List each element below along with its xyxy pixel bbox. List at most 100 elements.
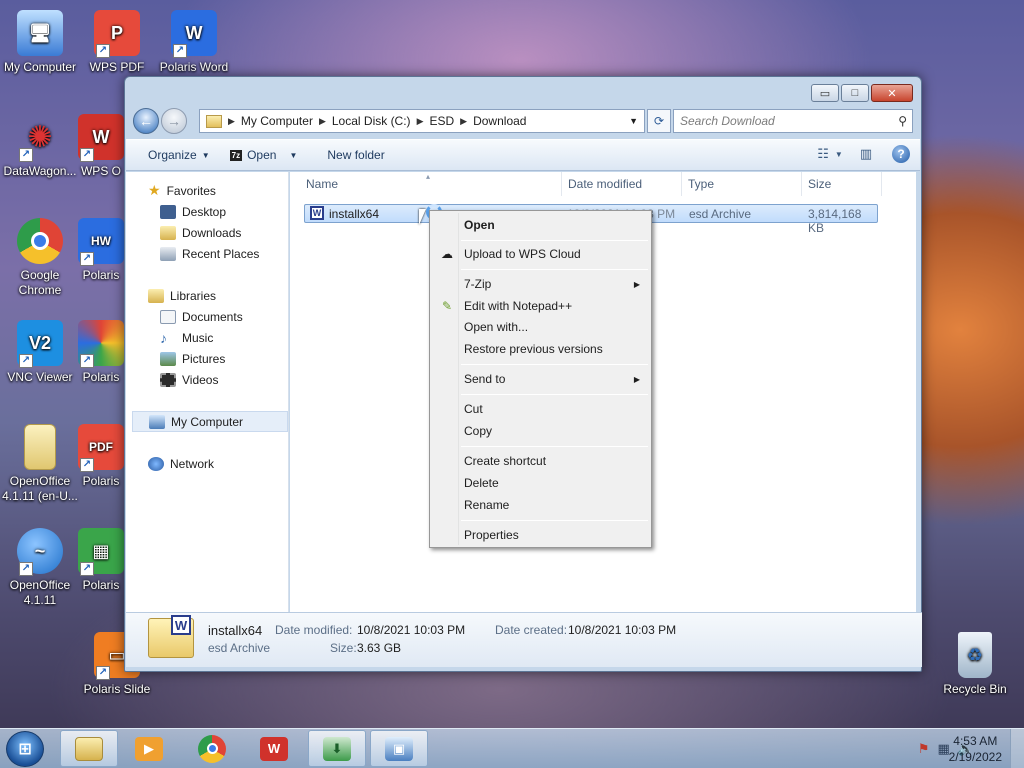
menu-item-7zip[interactable]: 7-Zip ▶ xyxy=(433,273,648,295)
taskbar-media-player[interactable]: ▶ xyxy=(120,730,178,767)
desktop-icon-label: My Computer xyxy=(3,60,77,74)
breadcrumb-esd[interactable]: ESD xyxy=(429,114,454,128)
desktop-icon-label: Polaris xyxy=(82,578,120,592)
menu-label: Restore previous versions xyxy=(464,342,603,356)
taskbar-chrome[interactable] xyxy=(183,730,241,767)
desktop-icon-polaris-sheet[interactable]: ▦ ↗ Polaris xyxy=(78,528,124,593)
desktop-icon-label: Recycle Bin xyxy=(943,682,1007,696)
column-header-name[interactable]: Name ▴ xyxy=(290,172,562,196)
minimize-button[interactable]: ▭ xyxy=(811,84,839,102)
windows-logo-icon: ⊞ xyxy=(18,741,32,758)
sort-up-icon: ▴ xyxy=(426,172,431,181)
clock-date: 2/19/2022 xyxy=(948,750,1002,764)
menu-item-rename[interactable]: Rename xyxy=(433,494,648,516)
menu-item-edit-notepad[interactable]: ✎ Edit with Notepad++ xyxy=(433,295,648,317)
menu-item-open[interactable]: Open xyxy=(433,214,648,236)
nav-network[interactable]: Network xyxy=(148,453,310,474)
menu-item-open-with[interactable]: Open with... xyxy=(433,316,648,338)
desktop-icon-label: DataWagon... xyxy=(3,164,77,178)
media-player-icon: ▶ xyxy=(135,736,163,761)
desktop-icon-label: OpenOffice 4.1.11 (en-U... xyxy=(2,474,78,503)
desktop-icon-openoffice-folder[interactable]: OpenOffice 4.1.11 (en-U... xyxy=(0,424,80,504)
desktop-icon-my-computer[interactable]: 🖥 My Computer xyxy=(0,10,80,75)
preview-pane-icon[interactable]: ▥ xyxy=(856,144,876,164)
shortcut-arrow-icon: ↗ xyxy=(80,562,94,576)
menu-label: Upload to WPS Cloud xyxy=(464,247,581,261)
desktop-icon-polaris-word[interactable]: W ↗ Polaris Word xyxy=(154,10,234,75)
view-options-button[interactable]: ☷ ▼ xyxy=(817,144,843,164)
wps-office-icon: W xyxy=(260,736,288,761)
show-desktop-button[interactable] xyxy=(1010,729,1024,768)
menu-item-cut[interactable]: Cut xyxy=(433,398,648,420)
desktop-icon-datawagon[interactable]: ✺ ↗ DataWagon... xyxy=(0,114,80,179)
folder-icon xyxy=(75,736,103,761)
organize-button[interactable]: Organize ▼ xyxy=(138,143,220,167)
new-folder-button[interactable]: New folder xyxy=(317,143,394,167)
desktop-icon-recycle-bin[interactable]: ♻ Recycle Bin xyxy=(935,632,1015,697)
search-input[interactable]: Search Download ⚲ xyxy=(673,109,913,133)
menu-separator xyxy=(461,269,648,270)
column-header-type[interactable]: Type xyxy=(682,172,802,196)
breadcrumb-local-disk[interactable]: Local Disk (C:) xyxy=(332,114,411,128)
menu-item-send-to[interactable]: Send to ▶ xyxy=(433,368,648,390)
maximize-button[interactable]: □ xyxy=(841,84,869,102)
nav-label: Network xyxy=(170,456,215,471)
desktop-icon-google-chrome[interactable]: Google Chrome xyxy=(0,218,80,298)
menu-item-delete[interactable]: Delete xyxy=(433,472,648,494)
taskbar-explorer[interactable] xyxy=(60,730,118,767)
close-button[interactable]: ✕ xyxy=(871,84,913,102)
taskbar-download-app[interactable]: ⬇ xyxy=(308,730,366,767)
address-bar[interactable]: ▶ My Computer ▶ Local Disk (C:) ▶ ESD ▶ … xyxy=(199,109,645,133)
desktop-icon-polaris-2[interactable]: ↗ Polaris xyxy=(78,320,124,385)
chrome-icon xyxy=(17,218,63,264)
details-date-created-label: Date created: xyxy=(495,623,568,637)
breadcrumb-download[interactable]: Download xyxy=(473,114,526,128)
nav-label: Recent Places xyxy=(182,246,260,261)
desktop-icon-polaris-hw[interactable]: HW ↗ Polaris xyxy=(78,218,124,283)
menu-separator xyxy=(461,240,648,241)
desktop-icon-polaris-pdf[interactable]: PDF ↗ Polaris xyxy=(78,424,124,489)
help-icon[interactable]: ? xyxy=(892,145,910,163)
column-header-size[interactable]: Size xyxy=(802,172,882,196)
nav-libraries[interactable]: Libraries xyxy=(148,285,310,306)
7zip-icon: 7z xyxy=(229,149,243,161)
desktop-icon-label: Polaris Word xyxy=(159,60,229,74)
nav-favorites[interactable]: ★ Favorites xyxy=(148,180,310,201)
nav-label: Pictures xyxy=(182,351,226,366)
menu-item-create-shortcut[interactable]: Create shortcut xyxy=(433,450,648,472)
search-placeholder: Search Download xyxy=(680,114,775,128)
menu-item-copy[interactable]: Copy xyxy=(433,420,648,442)
refresh-button[interactable]: ⟳ xyxy=(647,109,671,133)
desktop-icon-label: Polaris xyxy=(82,474,120,488)
breadcrumb-my-computer[interactable]: My Computer xyxy=(241,114,313,128)
menu-item-upload-wps-cloud[interactable]: ☁ Upload to WPS Cloud xyxy=(433,243,648,265)
taskbar-remote-desktop[interactable]: ▣ xyxy=(370,730,428,767)
start-button[interactable]: ⊞ xyxy=(6,731,44,767)
search-icon[interactable]: ⚲ xyxy=(898,114,907,128)
nav-my-computer[interactable]: My Computer xyxy=(132,411,288,432)
taskbar-wps-office[interactable]: W xyxy=(245,730,303,767)
star-icon: ★ xyxy=(148,182,161,198)
desktop-icon-label: VNC Viewer xyxy=(7,370,73,384)
remote-desktop-icon: ▣ xyxy=(385,736,413,761)
desktop-icon-label: Google Chrome xyxy=(18,268,62,297)
details-name: installx64 xyxy=(208,623,263,638)
chevron-down-icon[interactable]: ▼ xyxy=(629,116,638,126)
desktop-icon-wps-office[interactable]: W ↗ WPS O xyxy=(78,114,124,179)
menu-item-restore-previous-versions[interactable]: Restore previous versions xyxy=(433,338,648,360)
forward-button[interactable]: → xyxy=(161,108,187,134)
back-button[interactable]: ← xyxy=(133,108,159,134)
column-header-date-modified[interactable]: Date modified xyxy=(562,172,682,196)
details-size: 3.63 GB xyxy=(357,641,402,655)
open-button[interactable]: 7z Open ▼ xyxy=(220,143,308,167)
details-size-label: Size: xyxy=(330,641,357,655)
computer-icon: 🖥 xyxy=(17,10,63,56)
action-center-flag-icon[interactable]: ⚑ xyxy=(918,741,930,757)
navigation-pane: ★ Favorites Desktop Downloads Recent Pla… xyxy=(126,172,289,612)
desktop-icon-openoffice[interactable]: ~ ↗ OpenOffice 4.1.11 xyxy=(0,528,80,608)
menu-item-properties[interactable]: Properties xyxy=(433,524,648,546)
desktop-icon-wps-pdf[interactable]: P ↗ WPS PDF xyxy=(77,10,157,75)
chevron-down-icon: ▼ xyxy=(834,149,843,159)
desktop-icon-vnc-viewer[interactable]: V2 ↗ VNC Viewer xyxy=(0,320,80,385)
clock[interactable]: 4:53 AM 2/19/2022 xyxy=(949,733,1002,765)
